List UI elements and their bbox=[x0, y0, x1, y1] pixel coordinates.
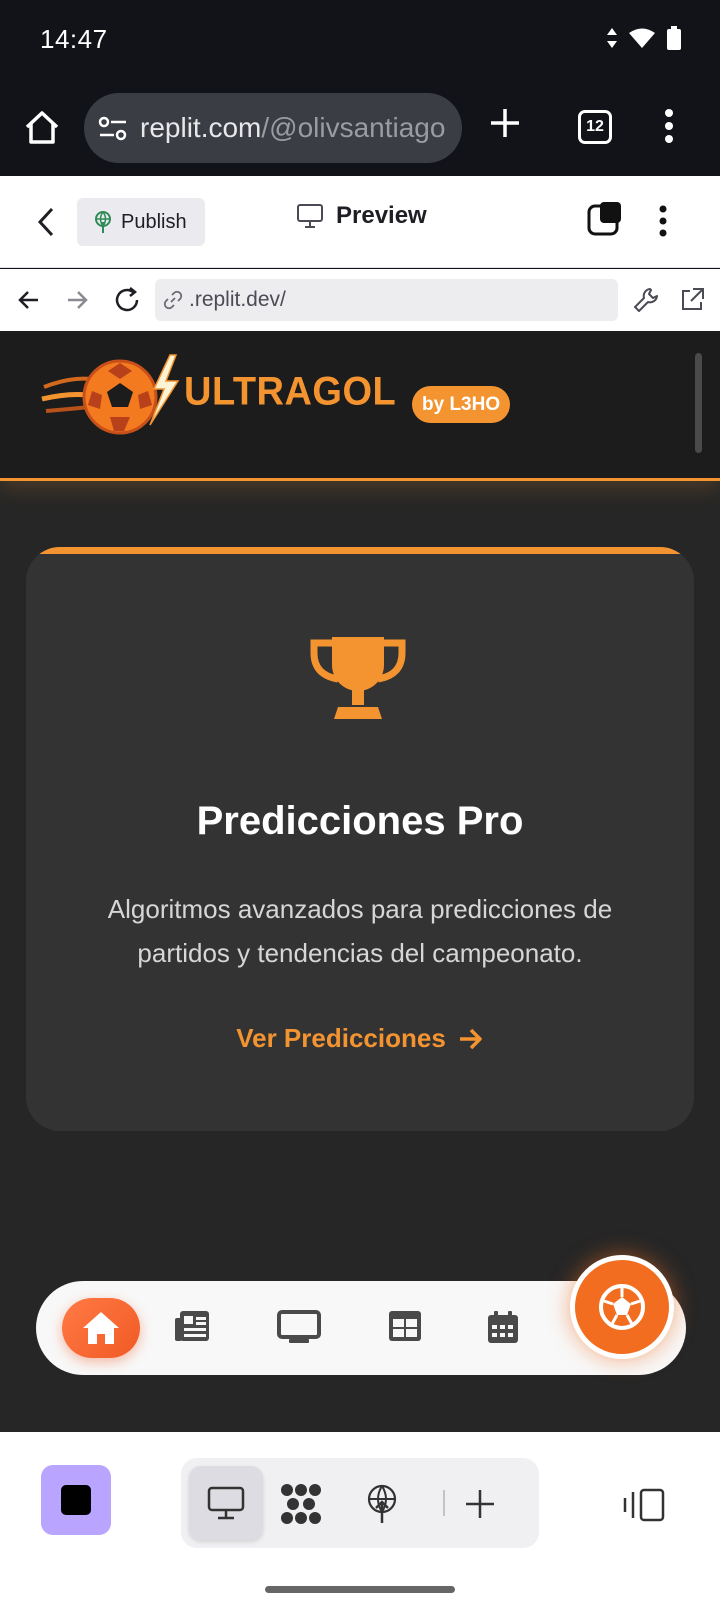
preview-label: Preview bbox=[336, 202, 427, 229]
logo-text: ULTRAGOL bbox=[184, 369, 397, 415]
webapp-viewport: ULTRAGOL by L3HO Predicciones Pro Algori… bbox=[0, 331, 720, 1432]
status-bar: 14:47 bbox=[0, 0, 720, 80]
avatar-square bbox=[61, 1485, 91, 1515]
wifi-icon bbox=[628, 27, 656, 49]
newspaper-icon[interactable] bbox=[174, 1310, 210, 1342]
preview-url-field[interactable]: .replit.dev/ bbox=[155, 279, 618, 321]
battery-icon bbox=[666, 26, 682, 50]
status-time: 14:47 bbox=[40, 24, 108, 54]
project-avatar[interactable] bbox=[41, 1465, 111, 1535]
card-accent-line bbox=[26, 547, 694, 554]
author-badge: by L3HO bbox=[412, 386, 511, 423]
soccer-fab-button[interactable] bbox=[570, 1255, 674, 1359]
scrollbar[interactable] bbox=[695, 353, 702, 453]
reload-icon[interactable] bbox=[112, 285, 142, 315]
tab-switcher-icon[interactable]: 12 bbox=[578, 110, 612, 144]
preview-url-text: .replit.dev/ bbox=[189, 288, 286, 311]
table-icon[interactable] bbox=[388, 1310, 422, 1342]
app-header: ULTRAGOL by L3HO bbox=[0, 331, 720, 481]
publish-icon bbox=[93, 210, 113, 234]
card-link-label: Ver Predicciones bbox=[236, 1023, 446, 1053]
home-icon bbox=[81, 1310, 121, 1346]
trophy-icon bbox=[310, 635, 406, 721]
publish-button[interactable]: Publish bbox=[77, 198, 205, 246]
nav-home-button[interactable] bbox=[62, 1298, 140, 1358]
feature-card: Predicciones Pro Algoritmos avanzados pa… bbox=[26, 547, 694, 1131]
open-external-icon[interactable] bbox=[678, 286, 706, 314]
new-tab-icon[interactable] bbox=[488, 106, 522, 140]
data-arrows-icon bbox=[606, 27, 618, 49]
tv-icon[interactable] bbox=[277, 1310, 321, 1344]
preview-urlbar: .replit.dev/ bbox=[0, 269, 720, 331]
back-icon[interactable] bbox=[36, 206, 56, 238]
replit-header: Publish Preview bbox=[0, 176, 720, 268]
preview-title: Preview bbox=[296, 202, 427, 230]
workflow-icon[interactable] bbox=[279, 1484, 323, 1524]
status-icons bbox=[606, 26, 682, 50]
calendar-icon[interactable] bbox=[487, 1310, 519, 1344]
arrow-forward-icon[interactable] bbox=[64, 287, 90, 313]
preview-icon[interactable] bbox=[207, 1486, 245, 1520]
more-vert-icon[interactable] bbox=[664, 108, 674, 144]
replit-bottom-bar bbox=[0, 1432, 720, 1562]
arrow-back-icon[interactable] bbox=[16, 287, 42, 313]
ver-predicciones-link[interactable]: Ver Predicciones bbox=[26, 1023, 694, 1054]
link-icon bbox=[163, 290, 183, 310]
divider bbox=[443, 1490, 445, 1516]
soccer-ball-icon bbox=[598, 1283, 646, 1331]
card-description: Algoritmos avanzados para predicciones d… bbox=[107, 894, 613, 968]
home-gesture-bar[interactable] bbox=[265, 1586, 455, 1593]
gesture-area bbox=[0, 1562, 720, 1612]
logo-ball-icon[interactable] bbox=[40, 347, 185, 441]
split-view-icon[interactable] bbox=[623, 1488, 667, 1522]
browser-toolbar: replit.com/@olivsantiago 12 bbox=[0, 80, 720, 176]
url-path: /@olivsantiago bbox=[261, 112, 446, 143]
replit-more-icon[interactable] bbox=[658, 204, 668, 238]
wrench-icon[interactable] bbox=[632, 286, 660, 314]
card-title: Predicciones Pro bbox=[196, 799, 524, 843]
add-icon[interactable] bbox=[464, 1488, 496, 1520]
monitor-icon bbox=[296, 203, 324, 229]
home-icon[interactable] bbox=[22, 108, 62, 148]
deploy-icon[interactable] bbox=[365, 1484, 399, 1524]
address-text: replit.com/@olivsantiago bbox=[140, 112, 445, 144]
arrow-right-icon bbox=[458, 1027, 484, 1051]
site-settings-icon[interactable] bbox=[98, 115, 128, 143]
publish-label: Publish bbox=[121, 210, 187, 233]
address-bar[interactable]: replit.com/@olivsantiago bbox=[84, 93, 462, 163]
windows-icon[interactable] bbox=[587, 200, 623, 236]
url-host: replit.com bbox=[140, 112, 262, 143]
tool-switcher bbox=[181, 1458, 539, 1548]
